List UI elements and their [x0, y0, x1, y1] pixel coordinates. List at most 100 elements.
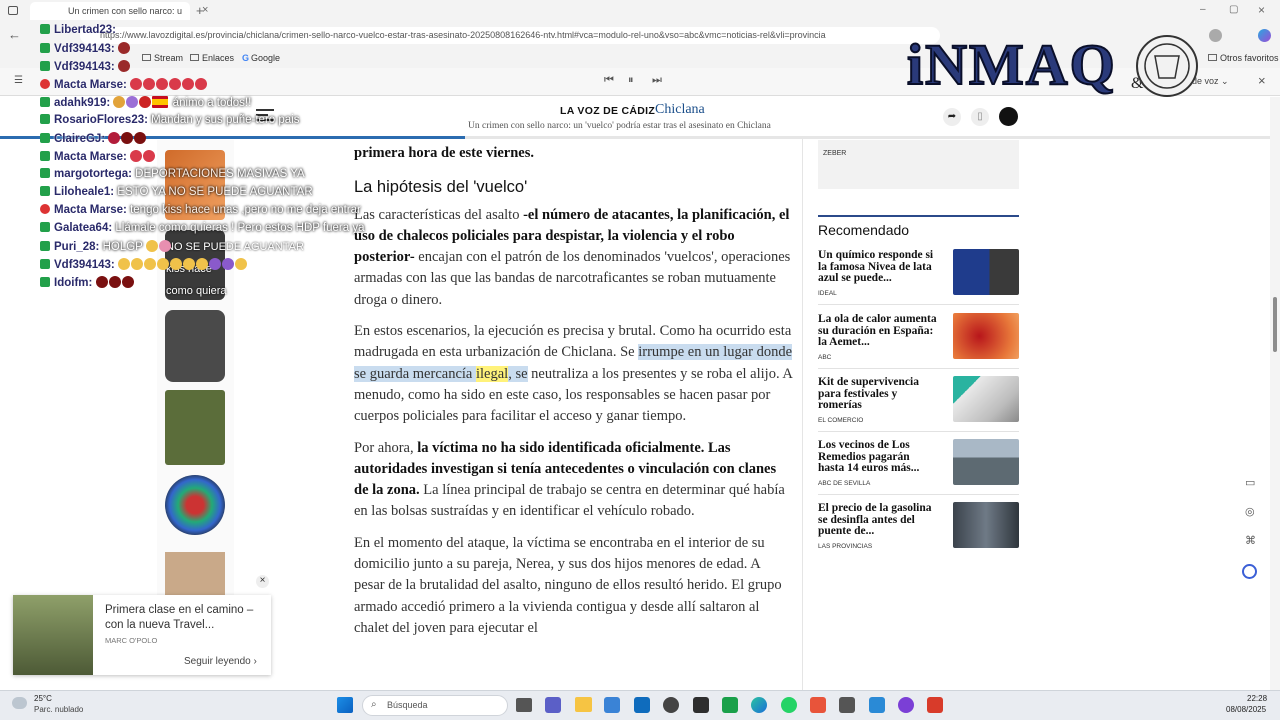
- emoji-icon: [108, 276, 121, 288]
- pause-icon[interactable]: ⏸: [628, 74, 634, 87]
- chat-message: Macta Marse: tengo kiss hace unas ,pero …: [40, 204, 361, 222]
- close-window-icon[interactable]: ×: [1258, 3, 1265, 17]
- ad-box[interactable]: ZEBER: [818, 140, 1019, 189]
- scrollbar-thumb[interactable]: [1273, 297, 1277, 352]
- task-view-icon[interactable]: [516, 698, 532, 712]
- product-image-stove: [165, 390, 225, 465]
- dancer-emoji-icon: [130, 78, 143, 90]
- recommended-item-thumbnail: [953, 249, 1019, 295]
- angry-emoji-icon: [182, 258, 195, 270]
- app-icon[interactable]: [693, 697, 709, 713]
- emoji-icon: [158, 240, 171, 252]
- store-icon[interactable]: [604, 697, 620, 713]
- recommended-item[interactable]: La ola de calor aumenta su duración en E…: [818, 313, 1019, 369]
- clock-date[interactable]: 08/08/2025: [1226, 705, 1266, 714]
- share-icon[interactable]: ➦: [943, 108, 961, 126]
- close-reader-icon[interactable]: ×: [1258, 73, 1266, 88]
- chat-badge-icon: [40, 24, 50, 34]
- previous-icon[interactable]: ⏮: [604, 74, 614, 87]
- edge-icon[interactable]: [751, 697, 767, 713]
- new-tab-icon[interactable]: +: [196, 3, 204, 18]
- chat-badge-icon: [40, 61, 50, 71]
- dancer-emoji-icon: [143, 150, 156, 162]
- site-section[interactable]: Chiclana: [655, 102, 705, 118]
- dancer-emoji-icon: [156, 78, 169, 90]
- recommended-item-title: Un químico responde si la famosa Nivea d…: [818, 249, 934, 285]
- promo-cta[interactable]: Seguir leyendo ›: [184, 656, 257, 667]
- weather-icon[interactable]: [12, 697, 27, 709]
- recommended-item[interactable]: El precio de la gasolina se desinfla ant…: [818, 502, 1019, 558]
- location-icon[interactable]: ◎: [1245, 505, 1255, 518]
- chat-message: Puri_28: HOLGP: [40, 240, 340, 258]
- chat-badge-icon: [40, 114, 50, 124]
- recommended-item[interactable]: Un químico responde si la famosa Nivea d…: [818, 249, 1019, 305]
- angry-emoji-icon: [169, 258, 182, 270]
- minimize-icon[interactable]: –: [1200, 4, 1206, 15]
- recommended-item-source: EL COMERCIO: [818, 417, 864, 424]
- recommended-item[interactable]: Kit de supervivencia para festivales y r…: [818, 376, 1019, 432]
- tab-active[interactable]: Un crimen con sello narco: u: [30, 2, 190, 20]
- tab-title: Un crimen con sello narco: u: [68, 6, 183, 16]
- angry-emoji-icon: [117, 258, 130, 270]
- settings-icon[interactable]: ⌘: [1245, 534, 1256, 547]
- app-icon[interactable]: [898, 697, 914, 713]
- clock-time[interactable]: 22:28: [1247, 694, 1267, 703]
- inmaq-logo: iNMAQ &: [906, 31, 1198, 98]
- window-menu-icon[interactable]: [8, 6, 18, 15]
- recommended-item-title: Kit de supervivencia para festivales y r…: [818, 376, 919, 412]
- emoji-icon: [145, 240, 158, 252]
- assistant-icon[interactable]: [1242, 564, 1257, 579]
- menu-icon[interactable]: ☰: [14, 75, 23, 86]
- outlook-icon[interactable]: [634, 697, 650, 713]
- copilot-icon[interactable]: [1258, 29, 1271, 42]
- pdf-icon[interactable]: [927, 697, 943, 713]
- article-paragraph: primera hora de este viernes.: [354, 145, 534, 161]
- start-button[interactable]: [337, 697, 353, 713]
- dancer-emoji-icon: [143, 78, 156, 90]
- angry-emoji-icon: [130, 258, 143, 270]
- close-ad-icon[interactable]: ×: [256, 575, 269, 588]
- folder-icon: [1208, 54, 1217, 61]
- app-icon[interactable]: [663, 697, 679, 713]
- reading-list-icon[interactable]: ▭: [1245, 476, 1255, 489]
- spain-flag-icon: [152, 96, 169, 108]
- app-icon[interactable]: [869, 697, 885, 713]
- next-icon[interactable]: ⏭: [652, 74, 662, 87]
- whatsapp-icon[interactable]: [781, 697, 797, 713]
- product-image-pump: [165, 310, 225, 382]
- search-icon: ⌕: [371, 699, 377, 710]
- user-account-icon[interactable]: [999, 107, 1018, 126]
- bookmark-other-favorites[interactable]: Otros favoritos: [1208, 53, 1279, 63]
- chat-badge-icon: [40, 43, 50, 53]
- file-explorer-icon[interactable]: [575, 697, 592, 712]
- chat-badge-icon: [40, 241, 50, 251]
- site-brand[interactable]: LA VOZ DE CÁDIZ: [560, 105, 655, 117]
- tts-highlight: , se: [508, 365, 528, 382]
- chat-badge-icon: [40, 186, 50, 196]
- chat-badge-icon: [40, 168, 50, 178]
- chat-message: adahk919: ánimo a todos!!: [40, 96, 340, 114]
- emoji-icon: [126, 96, 139, 108]
- page-scrollbar[interactable]: [1270, 97, 1280, 690]
- maximize-icon[interactable]: ▢: [1229, 4, 1238, 15]
- ad-label: ZEBER: [823, 150, 847, 157]
- chevron-down-icon: ⌄: [1221, 76, 1229, 86]
- chat-message: RosarioFlores23: Mandan y sus puñe-tero …: [40, 114, 340, 132]
- bookmark-icon[interactable]: ▯: [971, 108, 989, 126]
- profile-avatar[interactable]: [1209, 29, 1222, 42]
- app-icon[interactable]: [810, 697, 826, 713]
- dancer-emoji-icon: [195, 78, 208, 90]
- taskbar-search-input[interactable]: ⌕ Búsqueda: [362, 695, 508, 716]
- chat-message: Macta Marse:: [40, 150, 340, 168]
- teams-icon[interactable]: [545, 697, 561, 713]
- recommended-item[interactable]: Los vecinos de Los Remedios pagarán hast…: [818, 439, 1019, 495]
- green-app-icon[interactable]: [722, 697, 738, 713]
- recommended-rule: [818, 215, 1019, 217]
- promo-card[interactable]: Primera clase en el camino – con la nuev…: [13, 595, 271, 675]
- article-paragraph: Por ahora, la víctima no ha sido identif…: [354, 439, 785, 520]
- back-icon[interactable]: ←: [8, 27, 21, 42]
- recommended-item-source: LAS PROVINCIAS: [818, 543, 873, 550]
- recommended-title: Recomendado: [818, 222, 910, 238]
- app-icon[interactable]: [839, 697, 855, 713]
- chat-badge-icon: [40, 97, 50, 107]
